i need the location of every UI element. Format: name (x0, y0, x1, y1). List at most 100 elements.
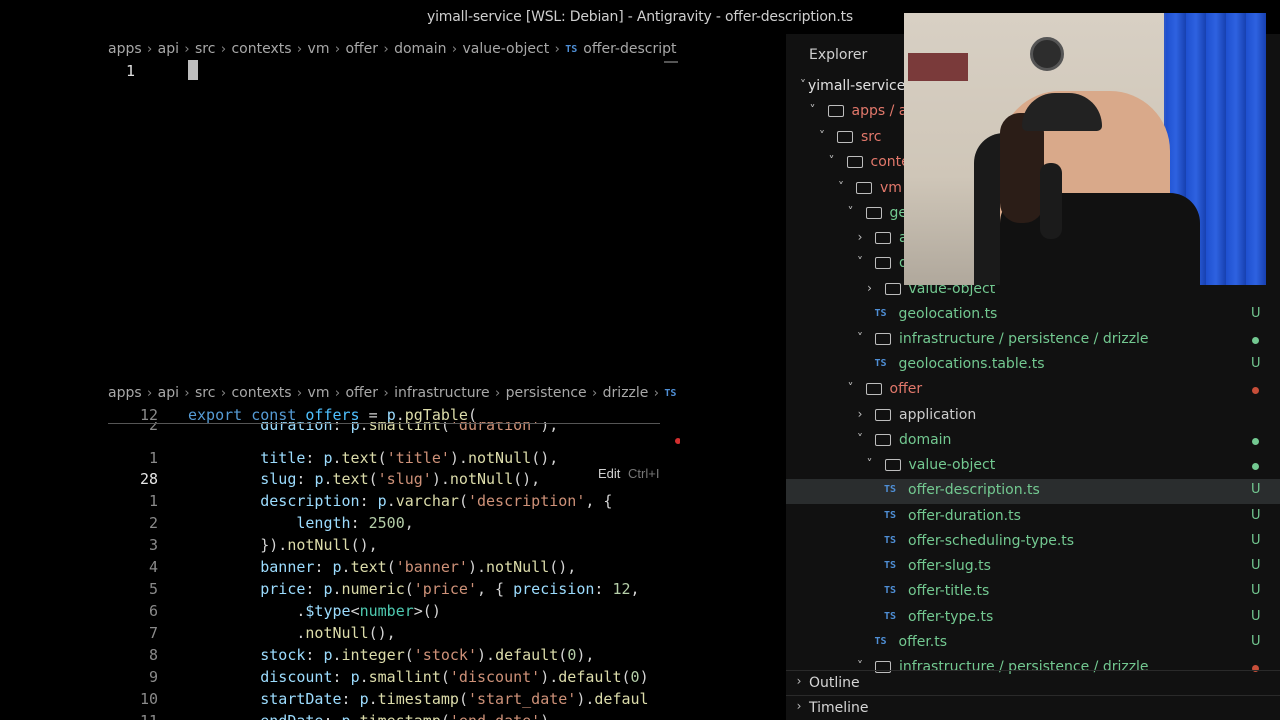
code-line[interactable]: 28 slug: p.text('slug').notNull(), (108, 468, 680, 490)
chevron-right-icon: › (296, 41, 303, 57)
tree-item-label: src (861, 129, 882, 145)
tree-file-item[interactable]: TS offer-type.ts U (786, 606, 1280, 631)
chevron-right-icon: › (184, 41, 190, 57)
code-token: defaul (594, 690, 649, 708)
breadcrumb-item[interactable]: src (195, 41, 215, 57)
code-token: smallint (368, 668, 441, 686)
breadcrumb-item[interactable]: offer (345, 385, 378, 401)
tree-folder-item[interactable]: ˅ offer (786, 378, 1280, 403)
breadcrumb-item[interactable]: contexts (231, 385, 291, 401)
code-token: . (351, 712, 360, 720)
tree-file-item[interactable]: TS offer-title.ts U (786, 580, 1280, 605)
chevron-right-icon: › (796, 699, 802, 713)
code-line[interactable]: 3 }).notNull(), (108, 534, 680, 556)
tree-folder-item[interactable]: ˅ domain (786, 429, 1280, 454)
code-line[interactable]: 8 stock: p.integer('stock').default(0), (108, 644, 680, 666)
breadcrumb-item[interactable]: contexts (231, 41, 291, 57)
edit-hint-label: Edit (598, 466, 621, 481)
outline-panel-header[interactable]: › Outline (786, 670, 1280, 695)
code-text: .$type<number>() (188, 602, 441, 620)
code-token: default (495, 646, 559, 664)
chevron-right-icon[interactable]: › (853, 230, 867, 244)
git-status-badge: U (1251, 609, 1261, 624)
chevron-right-icon[interactable]: › (853, 407, 867, 421)
chevron-down-icon[interactable]: ˅ (853, 331, 867, 345)
folder-icon (875, 409, 891, 421)
code-line[interactable]: 6 .$type<number>() (108, 600, 680, 622)
code-token: 'banner' (395, 558, 468, 576)
code-token: text (332, 470, 369, 488)
tree-item-label: infrastructure / persistence / drizzle (899, 331, 1149, 347)
code-line[interactable]: 11 endDate: p.timestamp('end_date') (108, 710, 680, 720)
git-status-badge: U (1251, 356, 1261, 371)
typescript-file-icon: TS (884, 535, 897, 546)
tree-file-item[interactable]: TS geolocations.table.ts U (786, 353, 1280, 378)
breadcrumb-item[interactable]: drizzle (603, 385, 649, 401)
chevron-down-icon[interactable]: ˅ (825, 154, 839, 168)
chevron-down-icon[interactable]: ˅ (844, 205, 858, 219)
editor-pane-bottom[interactable]: apps › api › src › contexts › vm › offer › infrastru… (108, 378, 680, 720)
scrollbar[interactable] (664, 61, 678, 63)
tree-file-item[interactable]: TS offer.ts U (786, 631, 1280, 656)
code-line[interactable]: 2 duration: p.smallint('duration'), (108, 422, 680, 436)
tree-item-label: offer (889, 381, 923, 397)
tree-folder-item[interactable]: › application (786, 404, 1280, 429)
tree-file-item[interactable]: TS geolocation.ts U (786, 303, 1280, 328)
tree-folder-item[interactable]: ˅ infrastructure / persistence / drizzle (786, 328, 1280, 353)
code-line[interactable]: 5 price: p.numeric('price', { precision:… (108, 578, 680, 600)
code-token: 0 (630, 668, 640, 686)
timeline-panel-header[interactable]: › Timeline (786, 695, 1280, 720)
tree-file-item[interactable]: TS offer-duration.ts U (786, 505, 1280, 530)
chevron-down-icon[interactable]: ˅ (863, 457, 877, 471)
code-line[interactable]: 4 banner: p.text('banner').notNull(), (108, 556, 680, 578)
code-token: : (323, 712, 341, 720)
breadcrumb-item[interactable]: domain (394, 41, 446, 57)
editor-pane-top[interactable]: apps › api › src › contexts › vm › offer › domain › va… (108, 34, 680, 374)
code-token: default (558, 668, 622, 686)
breadcrumb-item[interactable]: vm (308, 41, 330, 57)
breadcrumb-item[interactable]: value-object (463, 41, 550, 57)
chevron-right-icon[interactable]: › (863, 281, 877, 295)
code-token: stock (260, 646, 306, 664)
breadcrumb-item[interactable]: api (158, 41, 179, 57)
breadcrumb-item[interactable]: src (195, 385, 215, 401)
tree-file-item[interactable]: TS offer-slug.ts U (786, 555, 1280, 580)
code-text: discount: p.smallint('discount').default… (188, 668, 648, 686)
tree-file-item[interactable]: TS offer-scheduling-type.ts U (786, 530, 1280, 555)
code-token: ). (477, 646, 496, 664)
code-token: integer (341, 646, 405, 664)
breadcrumb-item[interactable]: offer (345, 41, 378, 57)
breadcrumb-file[interactable]: offer-descript (583, 41, 676, 57)
code-line[interactable]: 10 startDate: p.timestamp('start_date').… (108, 688, 680, 710)
breadcrumb-item[interactable]: apps (108, 41, 142, 57)
tree-file-item[interactable]: TS offer-description.ts U (786, 479, 1280, 504)
code-line[interactable]: 2 length: 2500, (108, 512, 680, 534)
breadcrumb-item[interactable]: apps (108, 385, 142, 401)
breadcrumb-item[interactable]: infrastructure (394, 385, 490, 401)
chevron-down-icon[interactable]: ˅ (815, 129, 829, 143)
text-cursor (188, 60, 198, 80)
code-token: notNull (449, 470, 514, 488)
code-token: . (332, 449, 342, 467)
code-text: endDate: p.timestamp('end_date') (188, 712, 549, 720)
chevron-down-icon[interactable]: ˅ (806, 103, 820, 117)
tree-folder-item[interactable]: ˅ value-object (786, 454, 1280, 479)
code-token: timestamp (377, 690, 459, 708)
chevron-down-icon[interactable]: ˅ (844, 381, 858, 395)
code-token: p (359, 690, 369, 708)
chevron-down-icon[interactable]: ˅ (853, 432, 867, 446)
breadcrumb-item[interactable]: persistence (506, 385, 587, 401)
code-line[interactable]: 1 description: p.varchar('description', … (108, 490, 680, 512)
breadcrumb-item[interactable]: api (158, 385, 179, 401)
typescript-file-icon: TS (884, 560, 897, 571)
code-token: ( (404, 646, 414, 664)
code-line[interactable]: 9 discount: p.smallint('discount').defau… (108, 666, 680, 688)
breadcrumb-item[interactable]: vm (308, 385, 330, 401)
chevron-down-icon[interactable]: ˅ (853, 255, 867, 269)
chevron-down-icon[interactable]: ˅ (834, 180, 848, 194)
code-line[interactable]: 7 .notNull(), (108, 622, 680, 644)
inline-edit-hint[interactable]: Edit Ctrl+I (598, 466, 659, 481)
code-line[interactable]: 1 title: p.text('title').notNull(), (108, 447, 680, 469)
